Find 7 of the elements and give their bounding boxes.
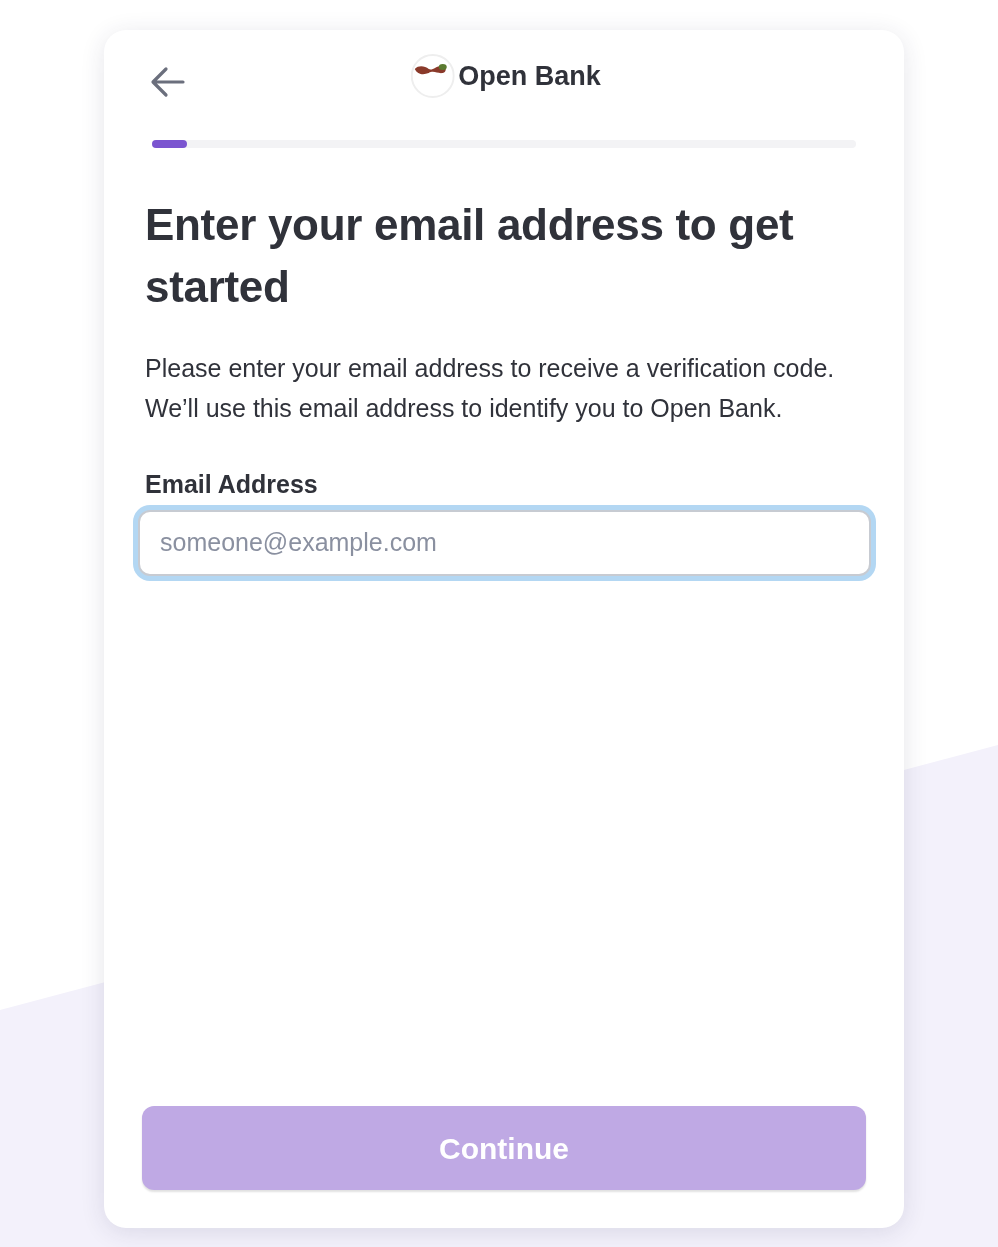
description: Please enter your email address to receive a verification code. We’ll use this email address to identify you to Open Bank. [145, 353, 836, 424]
email-field[interactable]: someone@example.com [138, 509, 871, 576]
back-button[interactable] [150, 64, 186, 100]
field-label: Email Address [145, 469, 319, 500]
brand-name: Open Bank [458, 59, 601, 93]
logo-icon [410, 54, 455, 98]
page-title: Enter your email address to get started [145, 199, 795, 313]
